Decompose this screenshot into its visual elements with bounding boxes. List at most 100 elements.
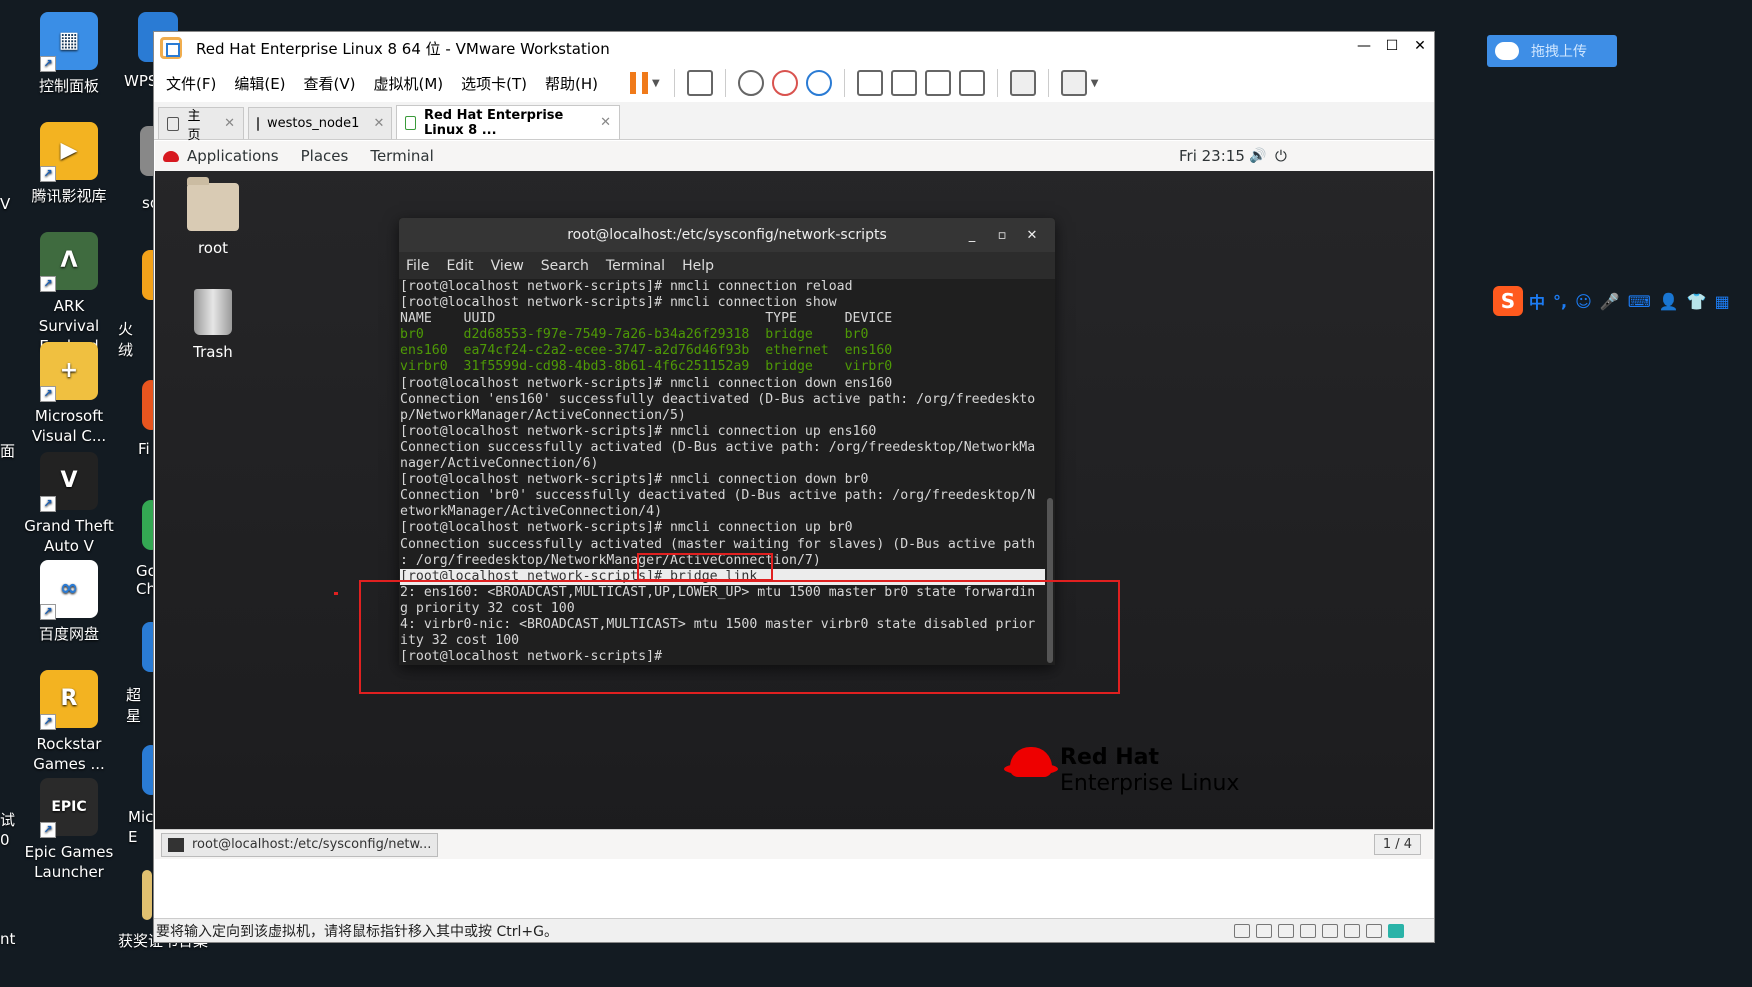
tab-close-button[interactable]: ✕: [600, 115, 611, 130]
terminal-menu-edit[interactable]: Edit: [446, 258, 473, 274]
ime-voice-icon[interactable]: 🎤: [1600, 292, 1620, 311]
desktop-icon-label: 控制面板: [38, 77, 99, 95]
message-icon[interactable]: [1388, 923, 1404, 938]
terminal-menu-file[interactable]: File: [406, 258, 429, 274]
stretch-guest-icon[interactable]: [1060, 70, 1087, 96]
minimize-button[interactable]: —: [1350, 32, 1378, 60]
cdrom-icon[interactable]: [1256, 923, 1272, 938]
menu-edit[interactable]: 编辑(E): [234, 73, 285, 94]
tab-westos-node1[interactable]: westos_node1 ✕: [248, 107, 392, 139]
ime-user-icon[interactable]: 👤: [1659, 292, 1679, 311]
shortcut-arrow-icon: ↗: [40, 604, 56, 620]
app-icon: + ↗: [40, 342, 98, 402]
terminal-menu-terminal[interactable]: Terminal: [606, 258, 665, 274]
terminal-menu-view[interactable]: View: [491, 258, 524, 274]
send-ctrl-alt-del-icon[interactable]: [686, 70, 713, 96]
desktop-fragment: 试 0: [0, 811, 16, 849]
menu-file[interactable]: 文件(F): [166, 73, 216, 94]
clock[interactable]: Fri 23:15: [1179, 147, 1245, 165]
terminal-title: root@localhost:/etc/sysconfig/network-sc…: [567, 227, 887, 243]
desktop-fragment: 面: [0, 442, 16, 460]
applications-menu[interactable]: Applications: [187, 147, 279, 165]
desktop-icon[interactable]: ▶ ↗ 腾讯影视库: [24, 122, 114, 206]
sound-icon[interactable]: [1322, 923, 1338, 938]
ime-skin-icon[interactable]: 👕: [1687, 292, 1707, 311]
display-icon[interactable]: [1344, 923, 1360, 938]
console-view-icon[interactable]: [1009, 70, 1036, 96]
tab-close-button[interactable]: ✕: [373, 116, 384, 131]
terminal-close-button[interactable]: ✕: [1017, 228, 1047, 243]
tab-rhel8[interactable]: Red Hat Enterprise Linux 8 ... ✕: [396, 105, 620, 139]
terminal-menu-help[interactable]: Help: [682, 258, 714, 274]
ime-punctuation-toggle[interactable]: °,: [1553, 292, 1567, 311]
hdd-icon[interactable]: [1234, 923, 1250, 938]
vmware-titlebar[interactable]: Red Hat Enterprise Linux 8 64 位 - VMware…: [154, 32, 1434, 64]
tab-label: Red Hat Enterprise Linux 8 ...: [423, 107, 564, 138]
terminal-menu-search[interactable]: Search: [541, 258, 589, 274]
ime-menu-icon[interactable]: ▦: [1715, 292, 1730, 311]
sogou-icon[interactable]: S: [1493, 286, 1523, 316]
ime-keyboard-icon[interactable]: ⌨: [1628, 292, 1651, 311]
desktop-icon-trash[interactable]: Trash: [168, 289, 258, 361]
usb-icon[interactable]: [1366, 923, 1382, 938]
ime-toolbar[interactable]: S 中 °, ☺ 🎤 ⌨ 👤 👕 ▦: [1493, 285, 1738, 317]
menu-help[interactable]: 帮助(H): [545, 73, 598, 94]
pause-icon[interactable]: [630, 72, 649, 94]
desktop-fragment: nt: [0, 930, 16, 948]
drag-upload-button[interactable]: 拖拽上传: [1487, 35, 1617, 67]
desktop-icon[interactable]: EPIC ↗ Epic Games Launcher: [24, 778, 114, 882]
desktop-icon[interactable]: Λ↗ARK Survival Evolved: [24, 232, 114, 356]
shortcut-arrow-icon: ↗: [40, 56, 56, 72]
chevron-down-icon[interactable]: ▼: [1091, 78, 1099, 89]
desktop-icon[interactable]: ∞ ↗ 百度网盘: [24, 560, 114, 644]
chevron-down-icon[interactable]: ▼: [652, 78, 660, 89]
shortcut-arrow-icon: ↗: [40, 822, 56, 838]
desktop-icon-root[interactable]: root: [168, 177, 258, 257]
window-list-label: root@localhost:/etc/sysconfig/netw...: [192, 837, 432, 852]
vmware-window[interactable]: Red Hat Enterprise Linux 8 64 位 - VMware…: [153, 31, 1435, 943]
close-button[interactable]: ✕: [1406, 32, 1434, 60]
terminal-app-menu[interactable]: Terminal: [370, 147, 433, 165]
terminal-menubar: File Edit View Search Terminal Help: [399, 252, 1055, 279]
terminal-line: [root@localhost network-scripts]# nmcli …: [400, 520, 853, 536]
desktop-icon[interactable]: V ↗ Grand Theft Auto V: [24, 452, 114, 556]
ime-emoji-icon[interactable]: ☺: [1575, 292, 1592, 311]
gnome-top-bar: Applications Places Terminal Fri 23:15 🔊…: [155, 141, 1433, 171]
maximize-button[interactable]: ☐: [1378, 32, 1406, 60]
terminal-titlebar[interactable]: root@localhost:/etc/sysconfig/network-sc…: [399, 218, 1055, 252]
ime-chinese-toggle[interactable]: 中: [1529, 289, 1545, 313]
revert-snapshot-icon[interactable]: [771, 70, 798, 96]
tab-close-button[interactable]: ✕: [224, 116, 235, 131]
vmware-statusbar: 要将输入定向到该虚拟机，请将鼠标指针移入其中或按 Ctrl+G。: [154, 918, 1434, 942]
workspace-indicator[interactable]: 1 / 4: [1373, 834, 1421, 855]
desktop-icon[interactable]: ▦ ↗ 控制面板: [24, 12, 114, 96]
terminal-line: nager/ActiveConnection/6): [400, 456, 599, 472]
status-text: 要将输入定向到该虚拟机，请将鼠标指针移入其中或按 Ctrl+G。: [156, 923, 558, 940]
full-screen-icon[interactable]: [924, 70, 951, 96]
network-icon[interactable]: [1278, 923, 1294, 938]
power-icon[interactable]: ⏻: [1275, 147, 1287, 165]
volume-icon[interactable]: 🔊: [1249, 148, 1266, 164]
desktop-icon[interactable]: R ↗ Rockstar Games ...: [24, 670, 114, 774]
tab-home[interactable]: 主页 ✕: [158, 107, 244, 143]
desktop-icon[interactable]: + ↗ Microsoft Visual C...: [24, 342, 114, 446]
menu-view[interactable]: 查看(V): [304, 73, 356, 94]
menu-tabs[interactable]: 选项卡(T): [461, 73, 527, 94]
snapshot-manager-icon[interactable]: [805, 70, 832, 96]
terminal-minimize-button[interactable]: _: [957, 228, 987, 243]
menu-vm[interactable]: 虚拟机(M): [374, 73, 444, 94]
app-icon: V ↗: [40, 452, 98, 512]
thumbnail-bar-icon[interactable]: [890, 70, 917, 96]
window-list-item-terminal[interactable]: root@localhost:/etc/sysconfig/netw...: [161, 832, 439, 857]
show-library-icon[interactable]: [856, 70, 883, 96]
printer-icon[interactable]: [1300, 923, 1316, 938]
unity-icon[interactable]: [958, 70, 985, 96]
terminal-maximize-button[interactable]: ▫: [987, 228, 1017, 243]
places-menu[interactable]: Places: [301, 147, 349, 165]
guest-display[interactable]: Applications Places Terminal Fri 23:15 🔊…: [155, 141, 1433, 859]
window-title: Red Hat Enterprise Linux 8 64 位 - VMware…: [196, 39, 610, 58]
device-icons: [1228, 923, 1404, 938]
snapshot-icon[interactable]: [737, 70, 764, 96]
terminal-icon: [168, 837, 184, 852]
vmware-menubar: 文件(F) 编辑(E) 查看(V) 虚拟机(M) 选项卡(T) 帮助(H) ▼ …: [154, 64, 1434, 102]
